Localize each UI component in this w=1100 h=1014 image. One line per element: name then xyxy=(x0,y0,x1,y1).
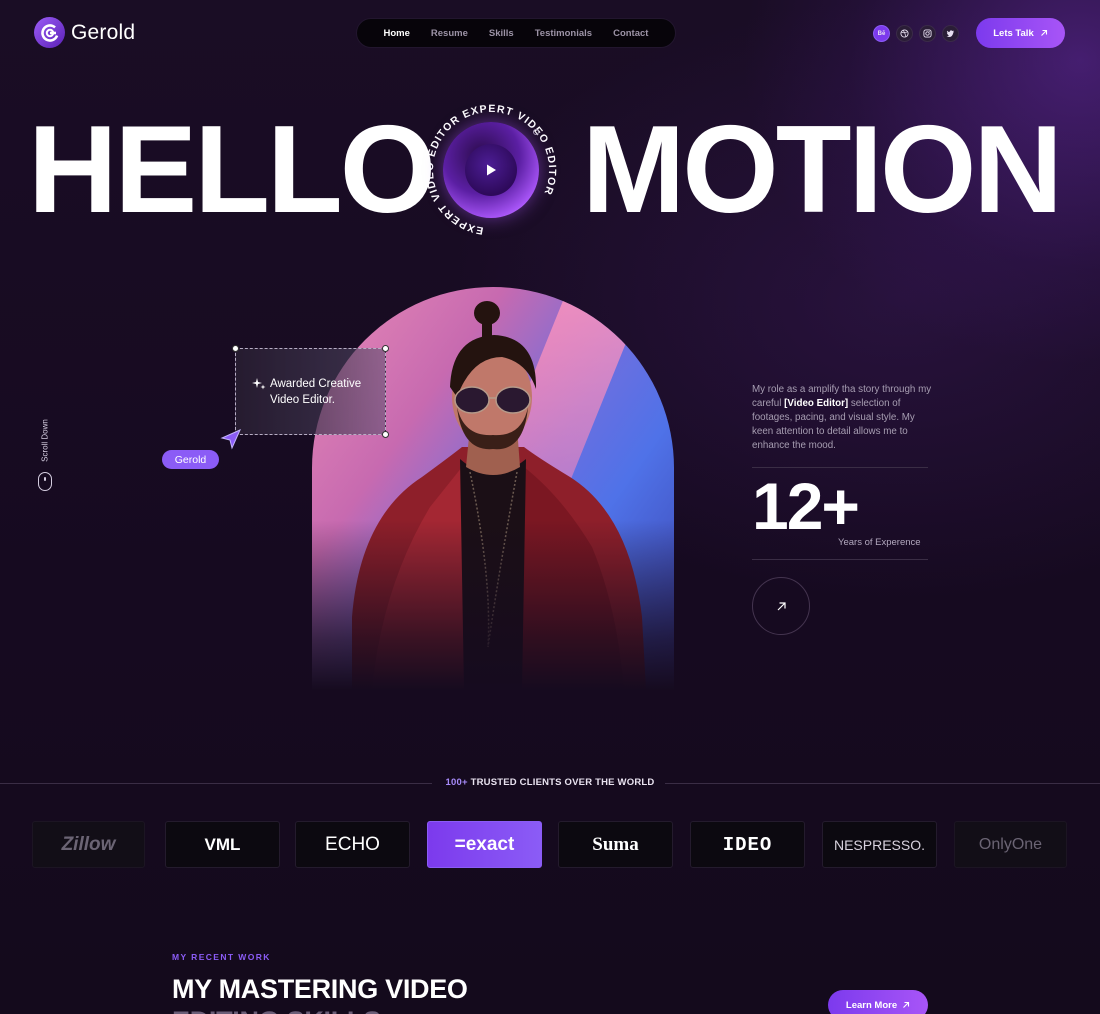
arrow-up-right-icon xyxy=(777,601,786,610)
experience-label: Years of Experence xyxy=(838,537,921,548)
selection-handle xyxy=(232,345,239,352)
play-button[interactable] xyxy=(465,144,517,196)
client-logo-zillow[interactable]: Zillow xyxy=(32,821,145,868)
name-tag: Gerold xyxy=(162,450,219,469)
behance-icon[interactable]: Bē xyxy=(873,25,890,42)
client-logo-nespresso[interactable]: NESPRESSO. xyxy=(822,821,937,868)
client-logos: Zillow VML ECHO =exact Suma IDEO NESPRES… xyxy=(32,821,1100,869)
lets-talk-label: Lets Talk xyxy=(993,27,1034,39)
client-logo-exact[interactable]: =exact xyxy=(427,821,542,868)
trusted-title-text: TRUSTED CLIENTS OVER THE WORLD xyxy=(470,777,655,788)
sparkle-icon xyxy=(252,377,266,389)
portrait-fade xyxy=(312,520,674,690)
brand-logo-icon xyxy=(34,17,65,48)
client-logo-label: OnlyOne xyxy=(978,835,1043,853)
main-nav: Home Resume Skills Testimonials Contact xyxy=(356,18,676,48)
client-logo-label: NESPRESSO. xyxy=(833,836,926,853)
hero-word-right: MOTION xyxy=(582,101,1063,239)
client-logo-vml[interactable]: VML xyxy=(165,821,280,868)
mouse-icon xyxy=(38,472,52,491)
role-text-highlight: [Video Editor] xyxy=(784,398,849,409)
brand-logo[interactable]: Gerold xyxy=(34,17,135,48)
trusted-count: 100+ xyxy=(445,777,468,788)
instagram-icon[interactable] xyxy=(919,25,936,42)
cursor-pointer-icon xyxy=(220,429,241,450)
play-icon xyxy=(487,164,496,176)
arrow-up-right-icon xyxy=(1040,29,1047,36)
client-logo-label: Zillow xyxy=(61,833,116,855)
client-logo-label: IDEO xyxy=(722,833,773,856)
client-logo-onlyone[interactable]: OnlyOne xyxy=(954,821,1067,868)
scroll-down-label: Scroll Down xyxy=(40,419,50,462)
header: Gerold Home Resume Skills Testimonials C… xyxy=(0,0,1100,66)
trusted-clients-title: 100+ TRUSTED CLIENTS OVER THE WORLD xyxy=(440,777,660,788)
award-callout-text: Awarded Creative Video Editor. xyxy=(252,376,361,408)
client-logo-label: =exact xyxy=(454,833,515,855)
recent-work-title-line-2: EDITING SKILLS xyxy=(172,1004,381,1014)
social-links: Bē xyxy=(873,25,959,42)
selection-handle xyxy=(382,431,389,438)
recent-work-title: MY MASTERING VIDEO xyxy=(172,974,468,1004)
client-logo-label: Suma xyxy=(592,833,639,855)
nav-resume[interactable]: Resume xyxy=(431,28,468,39)
client-logo-suma[interactable]: Suma xyxy=(558,821,673,868)
video-orb[interactable]: EXPERT VIDEO EDITOR EXPERT VIDEO EDITOR xyxy=(420,104,562,236)
nav-home[interactable]: Home xyxy=(384,28,410,39)
nav-testimonials[interactable]: Testimonials xyxy=(535,28,592,39)
hero-word-left: HELLO xyxy=(28,101,436,239)
recent-work-label: MY RECENT WORK xyxy=(172,952,271,962)
client-logo-echo[interactable]: ECHO xyxy=(295,821,410,868)
divider xyxy=(752,559,928,560)
arrow-link-button[interactable] xyxy=(752,577,810,635)
award-line-2: Video Editor. xyxy=(270,393,336,406)
nav-contact[interactable]: Contact xyxy=(613,28,648,39)
lets-talk-button[interactable]: Lets Talk xyxy=(976,18,1065,48)
twitter-icon[interactable] xyxy=(942,25,959,42)
brand-name: Gerold xyxy=(71,20,136,44)
client-logo-label: ECHO xyxy=(325,833,380,855)
divider xyxy=(752,467,928,468)
divider xyxy=(0,783,432,784)
client-logo-label: VML xyxy=(204,834,241,854)
learn-more-button[interactable]: Learn More xyxy=(828,990,928,1014)
scroll-down[interactable]: Scroll Down xyxy=(37,418,53,492)
dribbble-icon[interactable] xyxy=(896,25,913,42)
learn-more-label: Learn More xyxy=(845,999,898,1011)
arrow-up-right-icon xyxy=(903,1001,910,1008)
selection-handle xyxy=(382,345,389,352)
client-logo-ideo[interactable]: IDEO xyxy=(690,821,805,868)
role-description: My role as a amplify tha story through m… xyxy=(752,383,932,453)
award-line-1: Awarded Creative xyxy=(270,377,362,390)
experience-number: 12+ xyxy=(752,469,860,543)
orb-sphere xyxy=(443,122,539,218)
award-callout: Awarded Creative Video Editor. xyxy=(232,345,389,438)
divider xyxy=(665,783,1100,784)
nav-skills[interactable]: Skills xyxy=(489,28,514,39)
